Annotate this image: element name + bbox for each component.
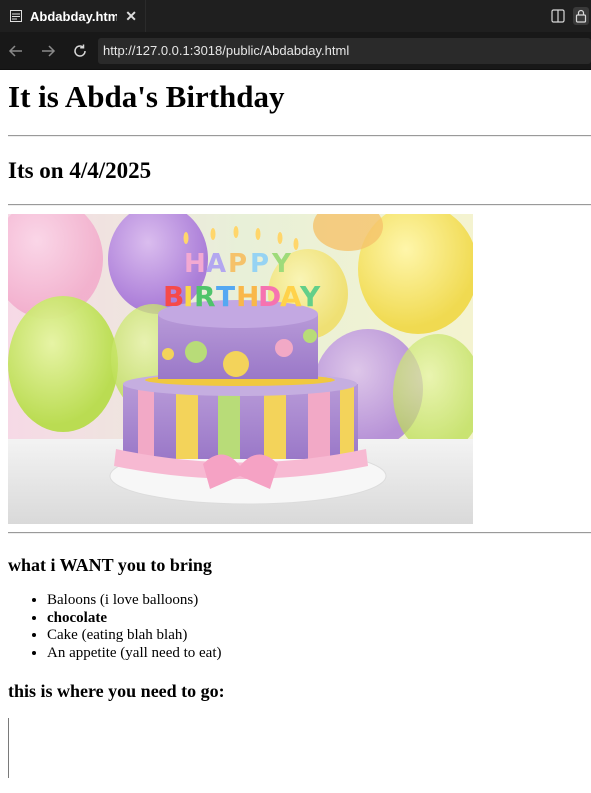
- divider: [8, 204, 591, 206]
- svg-text:P: P: [228, 249, 247, 279]
- svg-text:T: T: [216, 280, 235, 313]
- directions-heading: this is where you need to go:: [8, 681, 225, 701]
- list-item: chocolate: [47, 610, 591, 628]
- svg-text:H: H: [184, 249, 206, 279]
- divider: [8, 532, 591, 534]
- tab-title: Abdabday.html: [30, 8, 118, 24]
- forward-icon[interactable]: [32, 35, 64, 67]
- split-view-icon[interactable]: [551, 9, 565, 23]
- close-icon[interactable]: ✕: [125, 9, 137, 23]
- svg-text:P: P: [250, 249, 269, 279]
- svg-text:B: B: [163, 280, 184, 313]
- lock-icon[interactable]: [573, 7, 589, 25]
- svg-text:A: A: [206, 249, 226, 279]
- map-embed[interactable]: [8, 718, 11, 778]
- birthday-cake-image: H A P P Y B I R T H D A Y: [8, 214, 473, 524]
- url-text: http://127.0.0.1:3018/public/Abdabday.ht…: [103, 43, 350, 58]
- svg-text:I: I: [183, 280, 193, 313]
- browser-tabbar: Abdabday.html ✕: [0, 0, 591, 32]
- back-icon[interactable]: [0, 35, 32, 67]
- svg-text:A: A: [280, 280, 302, 313]
- browser-navbar: http://127.0.0.1:3018/public/Abdabday.ht…: [0, 32, 591, 70]
- page-content: It is Abda's Birthday Its on 4/4/2025 H …: [0, 80, 591, 778]
- page-title: It is Abda's Birthday: [8, 79, 285, 114]
- page-icon: [10, 10, 22, 22]
- svg-text:R: R: [194, 280, 216, 313]
- svg-text:H: H: [236, 280, 259, 313]
- list-item: An appetite (yall need to eat): [47, 645, 591, 663]
- reload-icon[interactable]: [64, 35, 96, 67]
- address-bar[interactable]: http://127.0.0.1:3018/public/Abdabday.ht…: [98, 37, 591, 64]
- tab-actions: [551, 0, 591, 32]
- svg-text:D: D: [258, 280, 281, 313]
- svg-text:Y: Y: [299, 280, 321, 313]
- bring-heading: what i WANT you to bring: [8, 555, 212, 575]
- list-item: Baloons (i love balloons): [47, 592, 591, 610]
- date-heading: Its on 4/4/2025: [8, 158, 152, 183]
- svg-text:Y: Y: [271, 249, 292, 279]
- bring-list: Baloons (i love balloons) chocolate Cake…: [8, 592, 591, 662]
- divider: [8, 135, 591, 137]
- browser-tab[interactable]: Abdabday.html ✕: [0, 0, 146, 32]
- list-item: Cake (eating blah blah): [47, 627, 591, 645]
